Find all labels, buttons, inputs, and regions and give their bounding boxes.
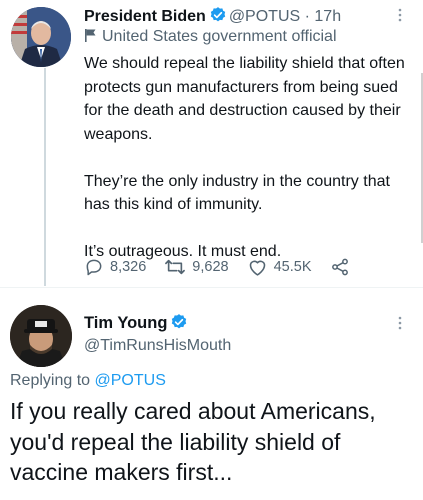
more-icon [398, 316, 402, 330]
tweet-time[interactable]: 17h [314, 8, 341, 25]
retweet-icon [165, 259, 186, 275]
retweet-button[interactable]: 9,628 [164, 257, 229, 277]
divider [0, 287, 423, 288]
flag-icon [84, 28, 97, 49]
share-icon [331, 258, 348, 276]
reply-text: If you really cared about Americans, you… [10, 398, 376, 485]
share-button[interactable] [330, 257, 356, 277]
retweet-count: 9,628 [192, 259, 229, 275]
more-icon [398, 8, 402, 22]
account-label-text: United States government official [102, 28, 337, 45]
reply-count: 8,326 [110, 259, 147, 275]
reply-author: Tim Young [84, 313, 190, 336]
tweet-actions: 8,326 9,628 45.5K [84, 257, 374, 277]
verified-badge-icon [170, 313, 188, 336]
avatar-tim-young[interactable] [10, 305, 72, 367]
replying-prefix: Replying to [10, 372, 91, 389]
reply-author-handle[interactable]: @TimRunsHisMouth [84, 337, 231, 355]
more-options-button[interactable] [391, 6, 409, 24]
avatar-president-biden[interactable] [11, 7, 71, 67]
account-label[interactable]: United States government official [84, 27, 337, 49]
reply-icon [86, 259, 102, 276]
author-name[interactable]: President Biden [84, 8, 206, 25]
tweet-paragraph: They’re the only industry in the country… [84, 172, 390, 214]
avatar-biden-image [11, 7, 71, 67]
reply-button[interactable]: 8,326 [84, 257, 146, 277]
thread-line [44, 68, 46, 286]
tweet-text: We should repeal the liability shield th… [84, 52, 414, 287]
avatar-tim-image [10, 305, 72, 367]
tweet-paragraph: We should repeal the liability shield th… [84, 55, 405, 143]
reply-more-options-button[interactable] [391, 314, 409, 332]
replying-to-link[interactable]: @POTUS [95, 372, 166, 389]
author-handle[interactable]: @POTUS [229, 8, 300, 25]
reply-author-name[interactable]: Tim Young [84, 314, 167, 332]
like-button[interactable]: 45.5K [247, 257, 312, 277]
like-icon [249, 260, 265, 276]
separator-dot: · [304, 8, 310, 25]
like-count: 45.5K [273, 259, 312, 275]
replying-to: Replying to @POTUS [10, 372, 166, 390]
